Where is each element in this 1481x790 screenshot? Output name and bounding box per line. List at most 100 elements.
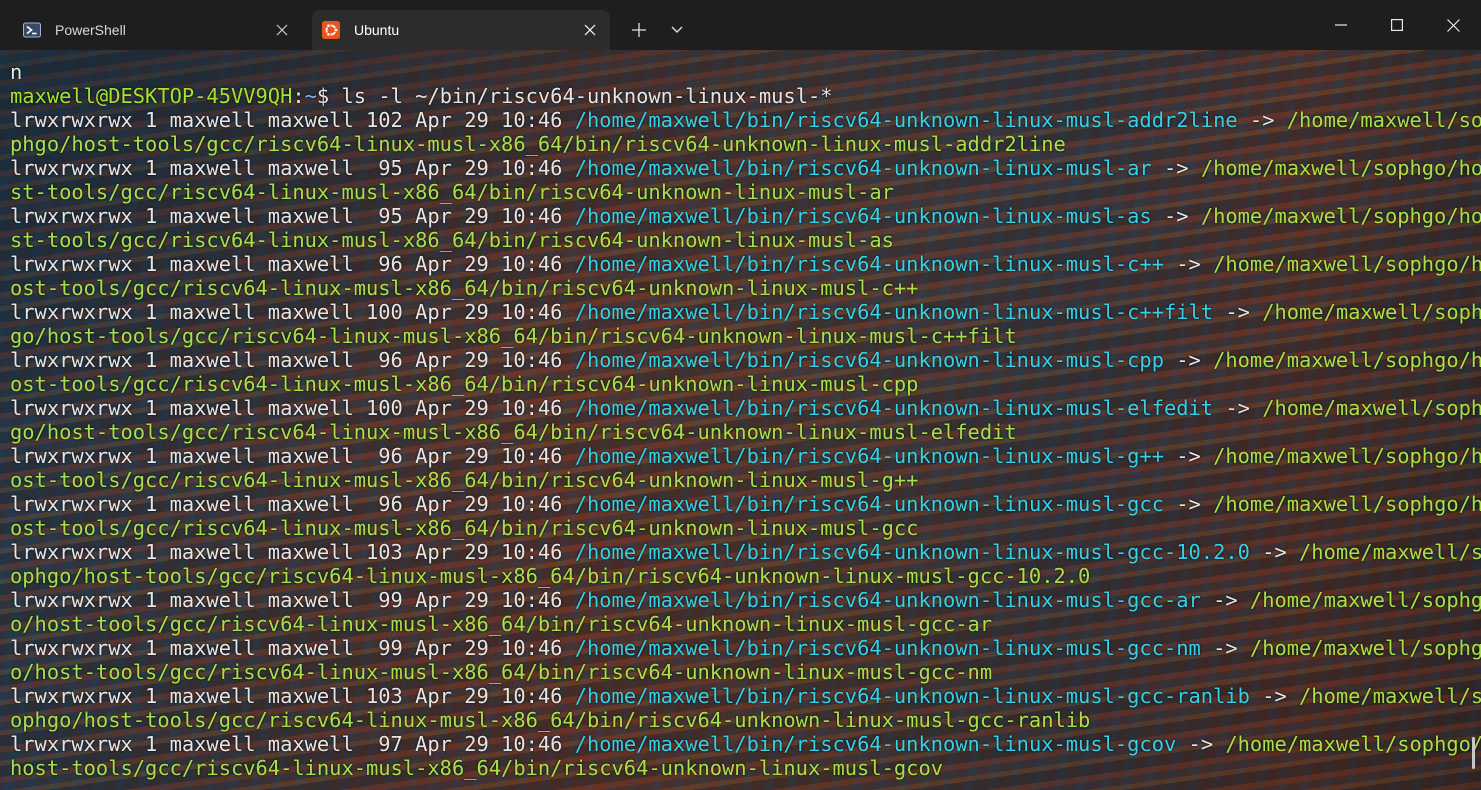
terminal-line: o/host-tools/gcc/riscv64-linux-musl-x86_… — [10, 612, 1481, 636]
prompt-symbol: $ — [316, 84, 342, 108]
link-target-text: o/host-tools/gcc/riscv64-linux-musl-x86_… — [10, 660, 993, 684]
tab-label: PowerShell — [55, 22, 126, 38]
terminal-line: ophgo/host-tools/gcc/riscv64-linux-musl-… — [10, 564, 1481, 588]
line-text: lrwxrwxrwx 1 maxwell maxwell 96 Apr 29 1… — [10, 444, 575, 468]
link-target-text: /home/maxwell/sophgo/h — [1213, 348, 1481, 372]
line-text: lrwxrwxrwx 1 maxwell maxwell 99 Apr 29 1… — [10, 636, 575, 660]
link-target-text: ophgo/host-tools/gcc/riscv64-linux-musl-… — [10, 564, 1091, 588]
line-text: -> — [1151, 204, 1201, 228]
prompt-line: maxwell@DESKTOP-45VV9QH:~$ ls -l ~/bin/r… — [10, 84, 1481, 108]
line-text: -> — [1163, 348, 1214, 372]
line-text: -> — [1163, 252, 1214, 276]
tab-dropdown-button[interactable] — [662, 16, 692, 44]
tab-powershell[interactable]: PowerShell — [10, 10, 302, 50]
terminal-line: lrwxrwxrwx 1 maxwell maxwell 96 Apr 29 1… — [10, 492, 1481, 516]
terminal-line: lrwxrwxrwx 1 maxwell maxwell 103 Apr 29 … — [10, 540, 1481, 564]
line-text: lrwxrwxrwx 1 maxwell maxwell 100 Apr 29 … — [10, 396, 575, 420]
link-source-text: /home/maxwell/bin/riscv64-unknown-linux-… — [574, 300, 1214, 324]
maximize-button[interactable] — [1369, 0, 1425, 50]
terminal-line: lrwxrwxrwx 1 maxwell maxwell 97 Apr 29 1… — [10, 732, 1481, 756]
terminal-line: go/host-tools/gcc/riscv64-linux-musl-x86… — [10, 420, 1481, 444]
terminal-line: o/host-tools/gcc/riscv64-linux-musl-x86_… — [10, 660, 1481, 684]
terminal-line: lrwxrwxrwx 1 maxwell maxwell 96 Apr 29 1… — [10, 348, 1481, 372]
terminal-line: ost-tools/gcc/riscv64-linux-musl-x86_64/… — [10, 372, 1481, 396]
link-target-text: phgo/host-tools/gcc/riscv64-linux-musl-x… — [10, 132, 1066, 156]
minimize-button[interactable] — [1313, 0, 1369, 50]
line-text: -> — [1200, 636, 1250, 660]
ubuntu-icon — [322, 21, 340, 39]
tab-ubuntu[interactable]: Ubuntu — [312, 10, 610, 50]
link-target-text: /home/maxwell/soph — [1262, 396, 1481, 420]
minimize-icon — [1335, 24, 1347, 26]
terminal-line: host-tools/gcc/riscv64-linux-musl-x86_64… — [10, 756, 1481, 780]
link-target-text: /home/maxwell/sophgo/h — [1213, 252, 1481, 276]
terminal-line: ost-tools/gcc/riscv64-linux-musl-x86_64/… — [10, 468, 1481, 492]
link-target-text: /home/maxwell/s — [1299, 540, 1481, 564]
line-text: -> — [1213, 300, 1263, 324]
terminal-line: go/host-tools/gcc/riscv64-linux-musl-x86… — [10, 324, 1481, 348]
link-target-text: host-tools/gcc/riscv64-linux-musl-x86_64… — [10, 756, 943, 780]
terminal-line: lrwxrwxrwx 1 maxwell maxwell 95 Apr 29 1… — [10, 156, 1481, 180]
link-target-text: /home/maxwell/sophg — [1249, 636, 1481, 660]
link-target-text: /home/maxwell/sophgo/ho — [1200, 204, 1481, 228]
terminal-line: phgo/host-tools/gcc/riscv64-linux-musl-x… — [10, 132, 1481, 156]
prompt-separator: : — [292, 84, 305, 108]
line-text: lrwxrwxrwx 1 maxwell maxwell 103 Apr 29 … — [10, 684, 575, 708]
line-text: lrwxrwxrwx 1 maxwell maxwell 96 Apr 29 1… — [10, 252, 575, 276]
close-window-button[interactable] — [1425, 0, 1481, 50]
chevron-down-icon — [671, 26, 683, 33]
line-text: lrwxrwxrwx 1 maxwell maxwell 97 Apr 29 1… — [10, 732, 575, 756]
link-target-text: ost-tools/gcc/riscv64-linux-musl-x86_64/… — [10, 516, 919, 540]
link-source-text: /home/maxwell/bin/riscv64-unknown-linux-… — [574, 588, 1201, 612]
link-source-text: /home/maxwell/bin/riscv64-unknown-linux-… — [574, 252, 1164, 276]
link-source-text: /home/maxwell/bin/riscv64-unknown-linux-… — [574, 732, 1177, 756]
line-text: -> — [1176, 732, 1226, 756]
link-source-text: /home/maxwell/bin/riscv64-unknown-linux-… — [574, 444, 1164, 468]
plus-icon — [632, 23, 646, 37]
terminal-pane[interactable]: n maxwell@DESKTOP-45VV9QH:~$ ls -l ~/bin… — [0, 50, 1481, 790]
powershell-icon — [23, 21, 41, 39]
line-text: -> — [1237, 108, 1287, 132]
link-target-text: ost-tools/gcc/riscv64-linux-musl-x86_64/… — [10, 468, 919, 492]
scrollbar-thumb[interactable] — [1472, 737, 1475, 769]
link-target-text: /home/maxwell/sophgo/ — [1225, 732, 1481, 756]
terminal-line: lrwxrwxrwx 1 maxwell maxwell 100 Apr 29 … — [10, 300, 1481, 324]
new-tab-button[interactable] — [624, 16, 654, 44]
line-text: lrwxrwxrwx 1 maxwell maxwell 99 Apr 29 1… — [10, 588, 575, 612]
link-target-text: o/host-tools/gcc/riscv64-linux-musl-x86_… — [10, 612, 993, 636]
line-text: -> — [1249, 540, 1300, 564]
line-text: -> — [1151, 156, 1201, 180]
link-target-text: /home/maxwell/soph — [1262, 300, 1481, 324]
terminal-line: lrwxrwxrwx 1 maxwell maxwell 99 Apr 29 1… — [10, 636, 1481, 660]
close-icon[interactable] — [576, 16, 604, 44]
line-text: -> — [1213, 396, 1263, 420]
link-source-text: /home/maxwell/bin/riscv64-unknown-linux-… — [574, 684, 1250, 708]
line-text: lrwxrwxrwx 1 maxwell maxwell 100 Apr 29 … — [10, 300, 575, 324]
terminal-line: st-tools/gcc/riscv64-linux-musl-x86_64/b… — [10, 180, 1481, 204]
prompt-path: ~ — [304, 84, 317, 108]
link-source-text: /home/maxwell/bin/riscv64-unknown-linux-… — [574, 636, 1201, 660]
link-target-text: /home/maxwell/sophg — [1249, 588, 1481, 612]
link-source-text: /home/maxwell/bin/riscv64-unknown-linux-… — [574, 204, 1152, 228]
terminal-line: lrwxrwxrwx 1 maxwell maxwell 100 Apr 29 … — [10, 396, 1481, 420]
line-text: lrwxrwxrwx 1 maxwell maxwell 103 Apr 29 … — [10, 540, 575, 564]
terminal-line: lrwxrwxrwx 1 maxwell maxwell 95 Apr 29 1… — [10, 204, 1481, 228]
line-text: lrwxrwxrwx 1 maxwell maxwell 95 Apr 29 1… — [10, 156, 575, 180]
link-target-text: ost-tools/gcc/riscv64-linux-musl-x86_64/… — [10, 276, 919, 300]
link-source-text: /home/maxwell/bin/riscv64-unknown-linux-… — [574, 396, 1214, 420]
link-source-text: /home/maxwell/bin/riscv64-unknown-linux-… — [574, 108, 1238, 132]
line-text: -> — [1200, 588, 1250, 612]
terminal-line: lrwxrwxrwx 1 maxwell maxwell 102 Apr 29 … — [10, 108, 1481, 132]
link-target-text: ophgo/host-tools/gcc/riscv64-linux-musl-… — [10, 708, 1091, 732]
terminal-line: n — [10, 60, 23, 84]
link-source-text: /home/maxwell/bin/riscv64-unknown-linux-… — [574, 492, 1164, 516]
link-source-text: /home/maxwell/bin/riscv64-unknown-linux-… — [574, 540, 1250, 564]
close-icon[interactable] — [268, 16, 296, 44]
close-icon — [1446, 18, 1460, 32]
terminal-line: lrwxrwxrwx 1 maxwell maxwell 103 Apr 29 … — [10, 684, 1481, 708]
title-bar: PowerShell Ubuntu — [0, 0, 1481, 50]
link-target-text: /home/maxwell/sophgo/h — [1213, 444, 1481, 468]
terminal-line: lrwxrwxrwx 1 maxwell maxwell 99 Apr 29 1… — [10, 588, 1481, 612]
link-target-text: /home/maxwell/s — [1299, 684, 1481, 708]
terminal-line: ophgo/host-tools/gcc/riscv64-linux-musl-… — [10, 708, 1481, 732]
